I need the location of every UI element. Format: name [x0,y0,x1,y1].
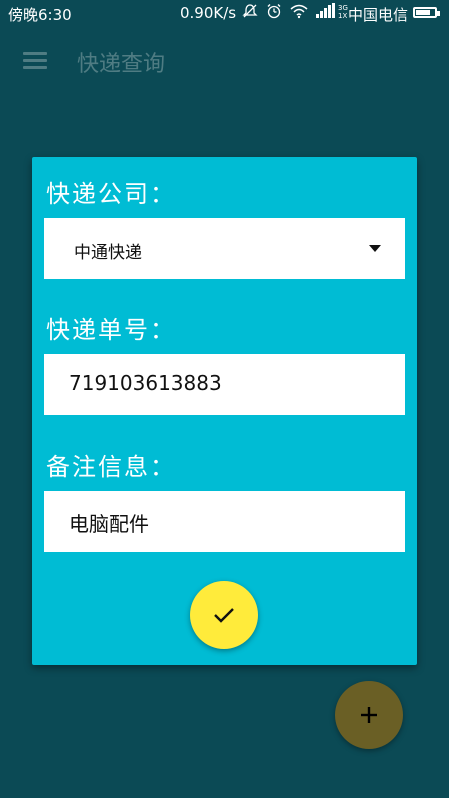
menu-icon[interactable] [23,52,47,70]
status-carrier: 中国电信 [348,6,409,24]
battery-level [416,10,431,15]
dropdown-arrow-icon [369,245,381,252]
tracking-number-label: 快递单号： [46,316,176,344]
svg-text:1X: 1X [338,12,347,19]
confirm-button[interactable] [190,581,258,649]
app-bar: 快递查询 [0,30,449,90]
mute-icon [242,4,258,18]
status-time: 傍晚6:30 [8,6,72,24]
company-select[interactable]: 中通快递 [44,218,405,279]
note-value: 电脑配件 [69,512,149,536]
company-select-value: 中通快递 [74,243,142,263]
note-input[interactable]: 电脑配件 [44,491,405,552]
battery-icon [413,7,440,18]
add-button[interactable] [335,681,403,749]
company-label: 快递公司： [46,180,176,208]
query-form-card: 快递公司： 中通快递 快递单号： 719103613883 备注信息： 电脑配件 [32,157,417,665]
tracking-number-value: 719103613883 [69,371,222,395]
status-bar: 傍晚6:30 0.90K/s 3G 1X 中国电信 [0,0,449,26]
status-icons: 3G 1X [242,3,350,19]
alarm-icon [267,4,281,19]
plus-icon [361,707,377,723]
svg-text:3G: 3G [338,4,348,12]
signal-icon: 3G 1X [316,3,348,19]
note-label: 备注信息： [46,453,176,481]
tracking-number-input[interactable]: 719103613883 [44,354,405,415]
wifi-icon [290,4,308,19]
status-network-speed: 0.90K/s [180,4,237,22]
check-icon [214,608,234,623]
page-title: 快递查询 [77,52,166,77]
